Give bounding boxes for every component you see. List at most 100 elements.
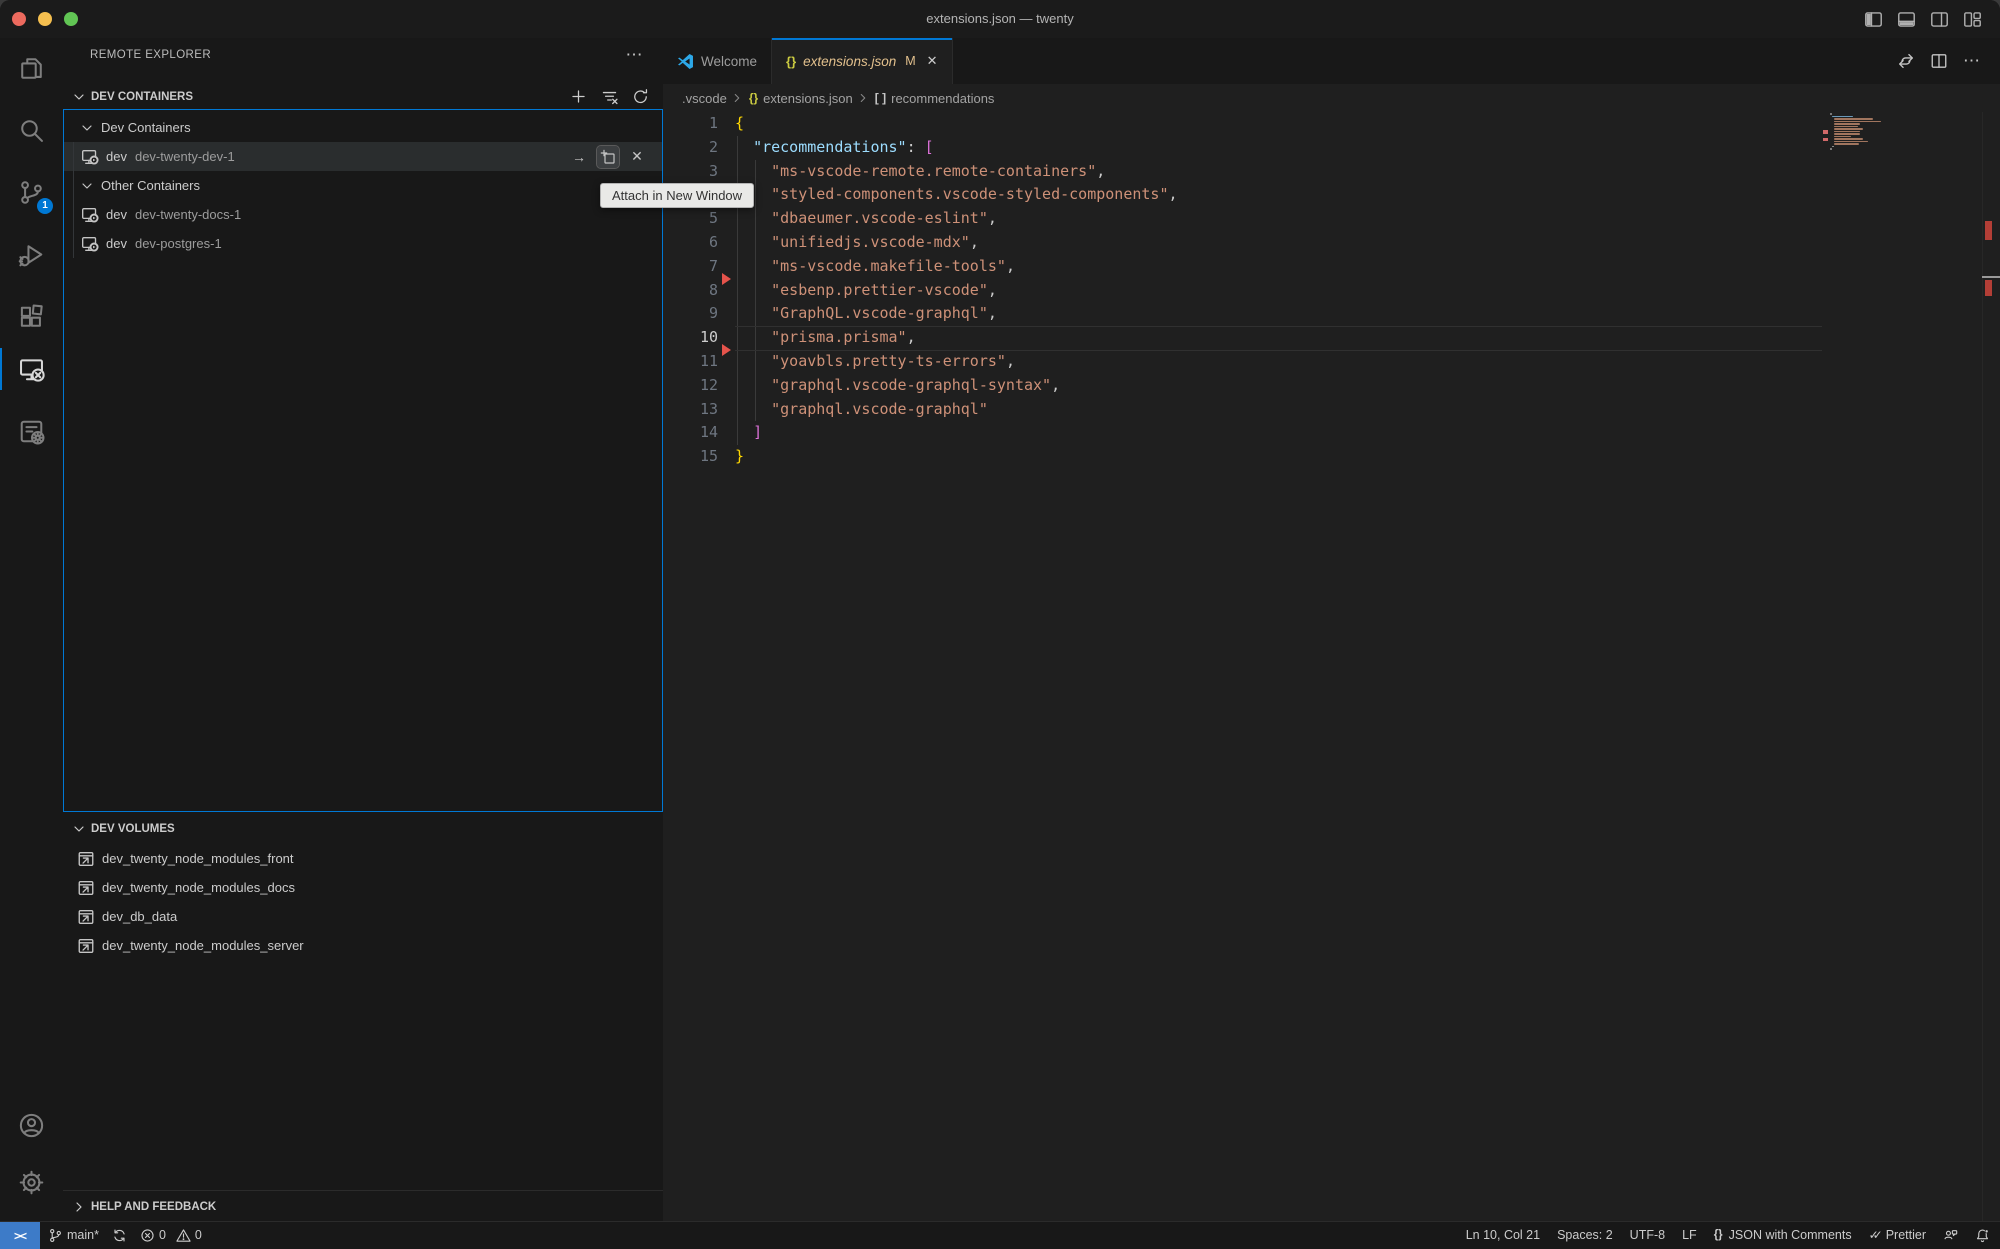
line-content: "styled-components.vscode-styled-compone… [735,183,1178,207]
code-editor[interactable]: 1{2 "recommendations": [3 "ms-vscode-rem… [663,112,2000,1222]
status-notifications[interactable] [1975,1228,1990,1243]
activity-item-explorer[interactable] [0,44,63,92]
code-line[interactable]: 12 "graphql.vscode-graphql-syntax", [663,374,1822,398]
status-encoding[interactable]: UTF-8 [1630,1228,1665,1242]
status-label: JSON with Comments [1729,1228,1852,1242]
code-line[interactable]: 15} [663,445,1822,469]
tree-group-dev-containers[interactable]: Dev Containers [64,113,662,142]
more-actions-icon[interactable]: ⋯ [1963,52,1980,70]
activity-item-search[interactable] [0,106,63,154]
tree-item-container[interactable]: devdev-postgres-1 [64,229,662,258]
code-line[interactable]: 9 "GraphQL.vscode-graphql", [663,302,1822,326]
status-cursor-position[interactable]: Ln 10, Col 21 [1466,1228,1540,1242]
split-editor-icon[interactable] [1930,52,1948,70]
array-symbol-icon: [ ] [875,91,886,105]
status-sync[interactable] [112,1228,127,1243]
sidebar-more-actions-button[interactable]: ⋯ [621,42,647,68]
section-header-help-and-feedback[interactable]: HELP AND FEEDBACK [63,1190,663,1223]
layout-sidebar-left-icon[interactable] [1864,10,1883,29]
layout-panel-icon[interactable] [1897,10,1916,29]
line-number: 11 [663,350,718,374]
tree-item-volume[interactable]: dev_twenty_node_modules_front [64,844,662,873]
tree-item-container[interactable]: devdev-twenty-docs-1 [64,200,662,229]
code-line[interactable]: 11 "yoavbls.pretty-ts-errors", [663,350,1822,374]
status-language-mode[interactable]: {}JSON with Comments [1714,1228,1852,1242]
container-icon [81,148,99,166]
line-content: { [735,112,744,136]
line-number: 14 [663,421,718,445]
tree-item-volume[interactable]: dev_twenty_node_modules_server [64,931,662,960]
modified-badge: M [905,54,915,68]
layout-sidebar-right-icon[interactable] [1930,10,1949,29]
line-content: "ms-vscode.makefile-tools", [735,255,1015,279]
volume-name: dev_twenty_node_modules_front [102,851,294,866]
code-line[interactable]: 13 "graphql.vscode-graphql" [663,398,1822,422]
code-line[interactable]: 4 "styled-components.vscode-styled-compo… [663,183,1822,207]
status-eol[interactable]: LF [1682,1228,1697,1242]
tab-extensions-json[interactable]: {}extensions.jsonM✕ [772,38,953,84]
minimap[interactable] [1822,112,1982,532]
tree-group-other-containers[interactable]: Other Containers [64,171,662,200]
volume-name: dev_db_data [102,909,177,924]
code-line[interactable]: 6 "unifiedjs.vscode-mdx", [663,231,1822,255]
breadcrumb-item[interactable]: .vscode [682,91,727,106]
activity-item-remote-explorer[interactable] [0,345,63,393]
vscode-logo-icon [677,53,694,70]
activity-item-extensions[interactable] [0,292,63,340]
breadcrumb-item[interactable]: recommendations [891,91,994,106]
line-number: 1 [663,112,718,136]
code-line[interactable]: 8 "esbenp.prettier-vscode", [663,279,1822,303]
code-line[interactable]: 14 ] [663,421,1822,445]
activity-item-source-control[interactable]: 1 [0,168,63,216]
status-indentation[interactable]: Spaces: 2 [1557,1228,1613,1242]
code-line[interactable]: 3 "ms-vscode-remote.remote-containers", [663,160,1822,184]
activity-item-run-debug[interactable] [0,230,63,278]
activity-item-accounts[interactable] [0,1101,63,1149]
cleanup-containers-icon[interactable] [601,88,618,105]
minimap-line [1834,123,1860,125]
layout-custom-icon[interactable] [1963,10,1982,29]
minimap-line [1834,128,1862,130]
volume-icon [77,937,95,955]
line-content: "esbenp.prettier-vscode", [735,279,997,303]
remote-indicator[interactable]: >< [0,1222,40,1249]
status-feedback[interactable] [1943,1228,1958,1243]
section-header-dev-volumes[interactable]: DEV VOLUMES [63,816,663,841]
help-header-row[interactable]: HELP AND FEEDBACK [63,1194,663,1219]
stop-container-button[interactable]: ✕ [626,146,648,168]
line-content: "GraphQL.vscode-graphql", [735,302,997,326]
code-line[interactable]: 1{ [663,112,1822,136]
zoom-window-button[interactable] [64,12,78,26]
new-dev-container-icon[interactable] [570,88,587,105]
activity-item-settings[interactable] [0,1158,63,1206]
attach-current-window-button[interactable]: → [568,146,590,168]
tree-item-container[interactable]: devdev-twenty-dev-1→✕ [64,142,662,171]
code-line[interactable]: 10 "prisma.prisma", [663,326,1822,350]
line-number: 7 [663,255,718,279]
code-line[interactable]: 5 "dbaeumer.vscode-eslint", [663,207,1822,231]
editor-tab-bar: Welcome{}extensions.jsonM✕ [663,38,2000,84]
activity-item-container-tools[interactable] [0,407,63,455]
volume-icon [77,850,95,868]
breadcrumb-item[interactable]: extensions.json [763,91,853,106]
status-formatter[interactable]: ✓✓Prettier [1869,1228,1926,1242]
code-line[interactable]: 2 "recommendations": [ [663,136,1822,160]
close-tab-icon[interactable]: ✕ [927,53,938,69]
refresh-icon[interactable] [632,88,649,105]
branch-name: main* [67,1228,99,1242]
minimap-line [1834,138,1862,140]
tree-item-volume[interactable]: dev_db_data [64,902,662,931]
status-problems[interactable]: 00 [140,1228,202,1243]
sidebar-title: REMOTE EXPLORER [90,49,211,61]
code-line[interactable]: 7 "ms-vscode.makefile-tools", [663,255,1822,279]
sidebar-remote-explorer: REMOTE EXPLORER ⋯ DEV CONTAINERSDev Cont… [63,38,664,1222]
section-label: HELP AND FEEDBACK [91,1201,216,1213]
open-changes-icon[interactable] [1897,52,1915,70]
status-branch[interactable]: main* [48,1228,99,1243]
tree-item-volume[interactable]: dev_twenty_node_modules_docs [64,873,662,902]
close-window-button[interactable] [12,12,26,26]
tab-welcome[interactable]: Welcome [663,38,772,84]
minimize-window-button[interactable] [38,12,52,26]
volume-icon [77,908,95,926]
attach-new-window-button[interactable] [597,146,619,168]
